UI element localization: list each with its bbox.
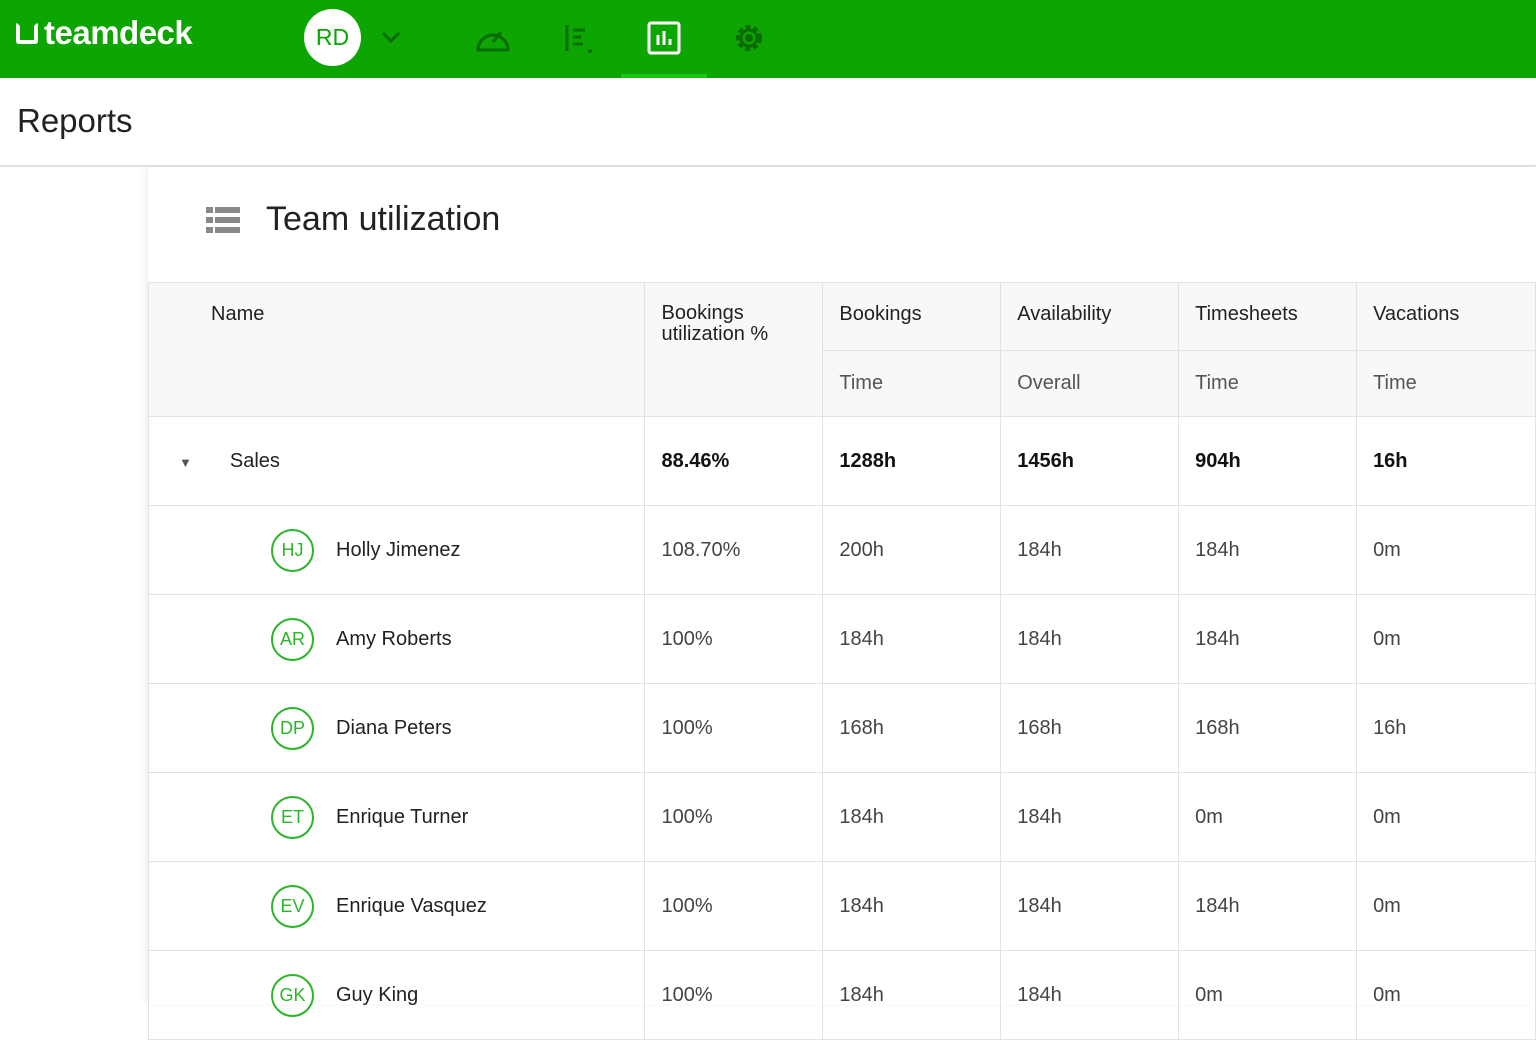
person-name[interactable]: Holly Jimenez: [336, 538, 460, 560]
bookings-cell: 184h: [823, 773, 1001, 862]
person-name[interactable]: Enrique Turner: [336, 805, 468, 827]
table-row[interactable]: HJHolly Jimenez108.70%200h184h184h0m: [149, 506, 1536, 595]
timesheets-cell: 168h: [1179, 684, 1357, 773]
column-header-vacations[interactable]: Vacations: [1357, 283, 1536, 351]
availability-cell: 184h: [1001, 951, 1179, 1040]
table-row[interactable]: GKGuy King100%184h184h0m0m: [149, 951, 1536, 1040]
person-name[interactable]: Amy Roberts: [336, 627, 452, 649]
report-card: Team utilization Name Bookings utilizati…: [148, 167, 1536, 1004]
logo[interactable]: teamdeck: [16, 14, 192, 52]
timesheets-cell: 0m: [1179, 951, 1357, 1040]
bookings-cell: 184h: [823, 862, 1001, 951]
timesheets-cell: 184h: [1179, 506, 1357, 595]
name-cell: AR Amy Roberts: [149, 595, 645, 684]
person-name[interactable]: Enrique Vasquez: [336, 894, 487, 916]
group-row-sales[interactable]: ▼ Sales 88.46% 1288h 1456h 904h 16h: [149, 417, 1536, 506]
avatar: ET: [271, 796, 314, 839]
bookings-cell: 184h: [823, 951, 1001, 1040]
collapse-triangle-icon[interactable]: ▼: [179, 455, 192, 470]
bookings-cell: 200h: [823, 506, 1001, 595]
timesheets-cell: 184h: [1179, 595, 1357, 684]
subheader-bookings: Time: [823, 351, 1001, 417]
list-icon: [206, 207, 240, 233]
column-header-bookings[interactable]: Bookings: [823, 283, 1001, 351]
name-cell: ET Enrique Turner: [149, 773, 645, 862]
util-cell: 108.70%: [645, 506, 823, 595]
chevron-down-icon[interactable]: [380, 26, 402, 48]
name-cell: GK Guy King: [149, 951, 645, 1040]
logo-text: teamdeck: [44, 14, 192, 52]
top-bar: teamdeck RD: [0, 0, 1536, 78]
page-header: Reports: [0, 78, 1536, 167]
report-title: Team utilization: [266, 200, 500, 239]
util-cell: 100%: [645, 951, 823, 1040]
availability-cell: 184h: [1001, 773, 1179, 862]
availability-cell: 168h: [1001, 684, 1179, 773]
name-cell: EV Enrique Vasquez: [149, 862, 645, 951]
vacations-cell: 0m: [1357, 595, 1536, 684]
vacations-cell: 0m: [1357, 506, 1536, 595]
timesheets-cell: 0m: [1179, 773, 1357, 862]
bookings-cell: 168h: [823, 684, 1001, 773]
group-availability: 1456h: [1001, 417, 1179, 506]
person-name[interactable]: Diana Peters: [336, 716, 452, 738]
table-row[interactable]: ARAmy Roberts100%184h184h184h0m: [149, 595, 1536, 684]
availability-cell: 184h: [1001, 862, 1179, 951]
vacations-cell: 16h: [1357, 684, 1536, 773]
column-header-utilization[interactable]: Bookings utilization %: [645, 283, 823, 417]
group-vacations: 16h: [1357, 417, 1536, 506]
vacations-cell: 0m: [1357, 773, 1536, 862]
avatar: DP: [271, 707, 314, 750]
group-timesheets: 904h: [1179, 417, 1357, 506]
gear-icon[interactable]: [729, 18, 769, 58]
subheader-availability: Overall: [1001, 351, 1179, 417]
subheader-vacations: Time: [1357, 351, 1536, 417]
vacations-cell: 0m: [1357, 951, 1536, 1040]
name-cell: HJ Holly Jimenez: [149, 506, 645, 595]
dashboard-icon[interactable]: [473, 18, 513, 58]
person-name[interactable]: Guy King: [336, 983, 418, 1005]
group-name: Sales: [230, 450, 280, 472]
reports-icon[interactable]: [644, 18, 684, 58]
column-header-timesheets[interactable]: Timesheets: [1179, 283, 1357, 351]
util-cell: 100%: [645, 773, 823, 862]
name-cell: DP Diana Peters: [149, 684, 645, 773]
column-header-name[interactable]: Name: [149, 283, 645, 417]
avatar: EV: [271, 885, 314, 928]
bookings-cell: 184h: [823, 595, 1001, 684]
availability-cell: 184h: [1001, 506, 1179, 595]
subheader-timesheets: Time: [1179, 351, 1357, 417]
user-avatar[interactable]: RD: [304, 9, 361, 66]
table-row[interactable]: DPDiana Peters100%168h168h168h16h: [149, 684, 1536, 773]
table-row[interactable]: ETEnrique Turner100%184h184h0m0m: [149, 773, 1536, 862]
planner-icon[interactable]: [558, 18, 598, 58]
group-util: 88.46%: [645, 417, 823, 506]
group-bookings: 1288h: [823, 417, 1001, 506]
page-title: Reports: [17, 102, 133, 140]
vacations-cell: 0m: [1357, 862, 1536, 951]
util-cell: 100%: [645, 862, 823, 951]
utilization-table: Name Bookings utilization % Bookings Ava…: [148, 282, 1536, 1040]
logo-icon: [16, 22, 38, 44]
avatar: HJ: [271, 529, 314, 572]
util-cell: 100%: [645, 595, 823, 684]
avatar: AR: [271, 618, 314, 661]
column-header-availability[interactable]: Availability: [1001, 283, 1179, 351]
timesheets-cell: 184h: [1179, 862, 1357, 951]
table-row[interactable]: EVEnrique Vasquez100%184h184h184h0m: [149, 862, 1536, 951]
util-cell: 100%: [645, 684, 823, 773]
avatar: GK: [271, 974, 314, 1017]
availability-cell: 184h: [1001, 595, 1179, 684]
